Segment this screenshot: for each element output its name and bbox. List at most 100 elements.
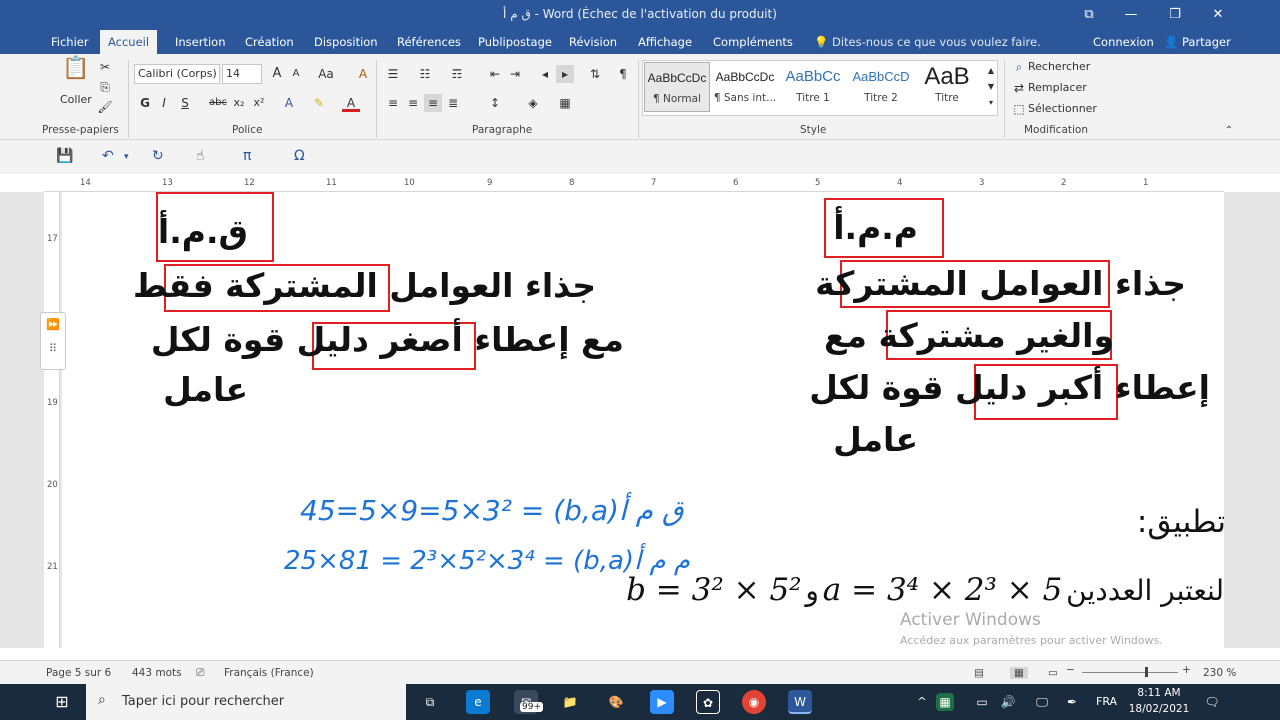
shading-icon[interactable]: ◈ — [524, 94, 542, 112]
zoom-in-button[interactable]: + — [1182, 664, 1191, 676]
numbering-icon[interactable]: ☷ — [416, 65, 434, 83]
save-icon[interactable]: 💾 — [56, 148, 73, 164]
font-family-select[interactable]: Calibri (Corps) — [134, 64, 220, 84]
tab-publipostage[interactable]: Publipostage — [470, 30, 560, 54]
style-normal[interactable]: AaBbCcDc ¶ Normal — [644, 62, 710, 112]
line-spacing-icon[interactable]: ↕ — [486, 94, 504, 112]
zoom-level[interactable]: 230 % — [1203, 667, 1236, 679]
clear-formatting-icon[interactable]: A — [354, 65, 372, 83]
display-icon[interactable]: 🖵 — [1030, 690, 1054, 714]
format-painter-icon[interactable]: 🖌 — [96, 98, 114, 116]
tab-references[interactable]: Références — [389, 30, 469, 54]
document-page[interactable]: م.م.أ جذاء العوامل المشتركة والغير مشترك… — [62, 192, 1224, 648]
tab-accueil[interactable]: Accueil — [100, 30, 158, 54]
copy-icon[interactable]: ⎘ — [96, 78, 114, 96]
edge-icon[interactable]: e — [466, 690, 490, 714]
align-right-icon[interactable]: ≡ — [424, 94, 442, 112]
bold-button[interactable]: G — [136, 94, 154, 112]
proofing-icon[interactable]: ⎚ — [196, 667, 204, 680]
rtl-icon[interactable]: ▸ — [556, 65, 574, 83]
close-button[interactable]: ✕ — [1204, 4, 1232, 26]
restore-button[interactable]: ❐ — [1161, 4, 1189, 26]
windows-start-icon[interactable]: ⊞ — [50, 690, 74, 714]
paste-icon[interactable]: 📋 — [62, 58, 90, 88]
undo-icon[interactable]: ↶ — [102, 148, 114, 164]
tab-creation[interactable]: Création — [237, 30, 302, 54]
signin-link[interactable]: Connexion — [1085, 30, 1162, 54]
text-effects-icon[interactable]: A — [280, 94, 298, 112]
redo-icon[interactable]: ↻ — [152, 148, 164, 164]
volume-icon[interactable]: 🔊 — [996, 690, 1020, 714]
style-no-spacing[interactable]: AaBbCcDc ¶ Sans int... — [712, 62, 778, 112]
select-button[interactable]: Sélectionner — [1028, 99, 1097, 119]
paste-button[interactable]: Coller — [60, 90, 92, 110]
style-heading-1[interactable]: AaBbCc Titre 1 — [780, 62, 846, 112]
shrink-font-icon[interactable]: A — [287, 65, 305, 83]
share-button[interactable]: 👤 Partager — [1156, 30, 1239, 54]
replace-button[interactable]: Remplacer — [1028, 78, 1087, 98]
paint-icon[interactable]: 🎨 — [604, 690, 628, 714]
tab-affichage[interactable]: Affichage — [630, 30, 700, 54]
strikethrough-button[interactable]: abc — [207, 94, 229, 112]
font-color-icon[interactable]: A — [342, 94, 360, 112]
justify-icon[interactable]: ≣ — [444, 94, 462, 112]
styles-more-icon[interactable]: ▾ — [982, 94, 1000, 112]
web-layout-icon[interactable]: ▭ — [1048, 667, 1058, 679]
navigation-handle[interactable]: ⏩ ⠿ — [40, 312, 66, 370]
tray-expand-icon[interactable]: ^ — [910, 690, 934, 714]
input-language[interactable]: FRA — [1096, 695, 1117, 708]
search-icon[interactable]: ⌕ — [1010, 58, 1028, 76]
ribbon-display-options-button[interactable]: ⧉ — [1075, 4, 1103, 26]
subscript-button[interactable]: x₂ — [230, 94, 248, 112]
app-icon[interactable]: ✿ — [696, 690, 720, 714]
style-title[interactable]: AaB Titre — [914, 62, 980, 112]
tab-complements[interactable]: Compléments — [705, 30, 801, 54]
clock-time[interactable]: 8:11 AM — [1134, 687, 1184, 699]
multilevel-list-icon[interactable]: ☶ — [448, 65, 466, 83]
style-heading-2[interactable]: AaBbCcD Titre 2 — [848, 62, 914, 112]
undo-dropdown-icon[interactable]: ▾ — [124, 152, 129, 162]
task-view-icon[interactable]: ⧉ — [418, 690, 442, 714]
zoom-app-icon[interactable]: ▶ — [650, 690, 674, 714]
show-marks-button[interactable]: ¶ — [614, 65, 632, 83]
network-icon[interactable]: ▭ — [970, 690, 994, 714]
taskbar-search-box[interactable]: ⌕ Taper ici pour rechercher — [86, 684, 406, 720]
select-icon[interactable]: ⬚ — [1010, 100, 1028, 118]
touch-mode-icon[interactable]: ☝ — [196, 148, 205, 164]
tab-fichier[interactable]: Fichier — [43, 30, 97, 54]
print-layout-icon[interactable]: ▦ — [1010, 667, 1028, 679]
page-count[interactable]: Page 5 sur 6 — [46, 667, 111, 679]
zoom-out-button[interactable]: − — [1066, 664, 1075, 676]
equation-button[interactable]: π — [243, 148, 251, 164]
highlight-icon[interactable]: ✎ — [310, 94, 328, 112]
chrome-icon[interactable]: ◉ — [742, 690, 766, 714]
find-button[interactable]: Rechercher — [1028, 57, 1090, 77]
sort-icon[interactable]: ⇅ — [586, 65, 604, 83]
minimize-button[interactable]: — — [1117, 4, 1145, 26]
language-indicator[interactable]: Français (France) — [224, 667, 314, 679]
italic-button[interactable]: I — [155, 94, 173, 112]
zoom-slider[interactable] — [1082, 672, 1178, 673]
bullets-icon[interactable]: ☰ — [384, 65, 402, 83]
word-icon[interactable]: W — [788, 690, 812, 714]
tab-revision[interactable]: Révision — [561, 30, 625, 54]
read-mode-icon[interactable]: ▤ — [974, 667, 984, 679]
decrease-indent-icon[interactable]: ⇤ — [486, 65, 504, 83]
tray-app-icon[interactable]: ▦ — [936, 693, 954, 711]
collapse-ribbon-icon[interactable]: ⌃ — [1220, 122, 1238, 140]
superscript-button[interactable]: x² — [250, 94, 268, 112]
ltr-icon[interactable]: ◂ — [536, 65, 554, 83]
tab-insertion[interactable]: Insertion — [167, 30, 234, 54]
replace-icon[interactable]: ⇄ — [1010, 79, 1028, 97]
align-left-icon[interactable]: ≡ — [384, 94, 402, 112]
cut-icon[interactable]: ✂ — [96, 58, 114, 76]
align-center-icon[interactable]: ≡ — [404, 94, 422, 112]
increase-indent-icon[interactable]: ⇥ — [506, 65, 524, 83]
word-count[interactable]: 443 mots — [132, 667, 182, 679]
file-explorer-icon[interactable]: 📁 — [558, 690, 582, 714]
notifications-icon[interactable]: 🗨 — [1200, 690, 1224, 714]
underline-button[interactable]: S — [176, 94, 194, 112]
clock-date[interactable]: 18/02/2021 — [1128, 703, 1190, 715]
font-size-select[interactable]: 14 — [222, 64, 262, 84]
pen-icon[interactable]: ✒ — [1060, 690, 1084, 714]
